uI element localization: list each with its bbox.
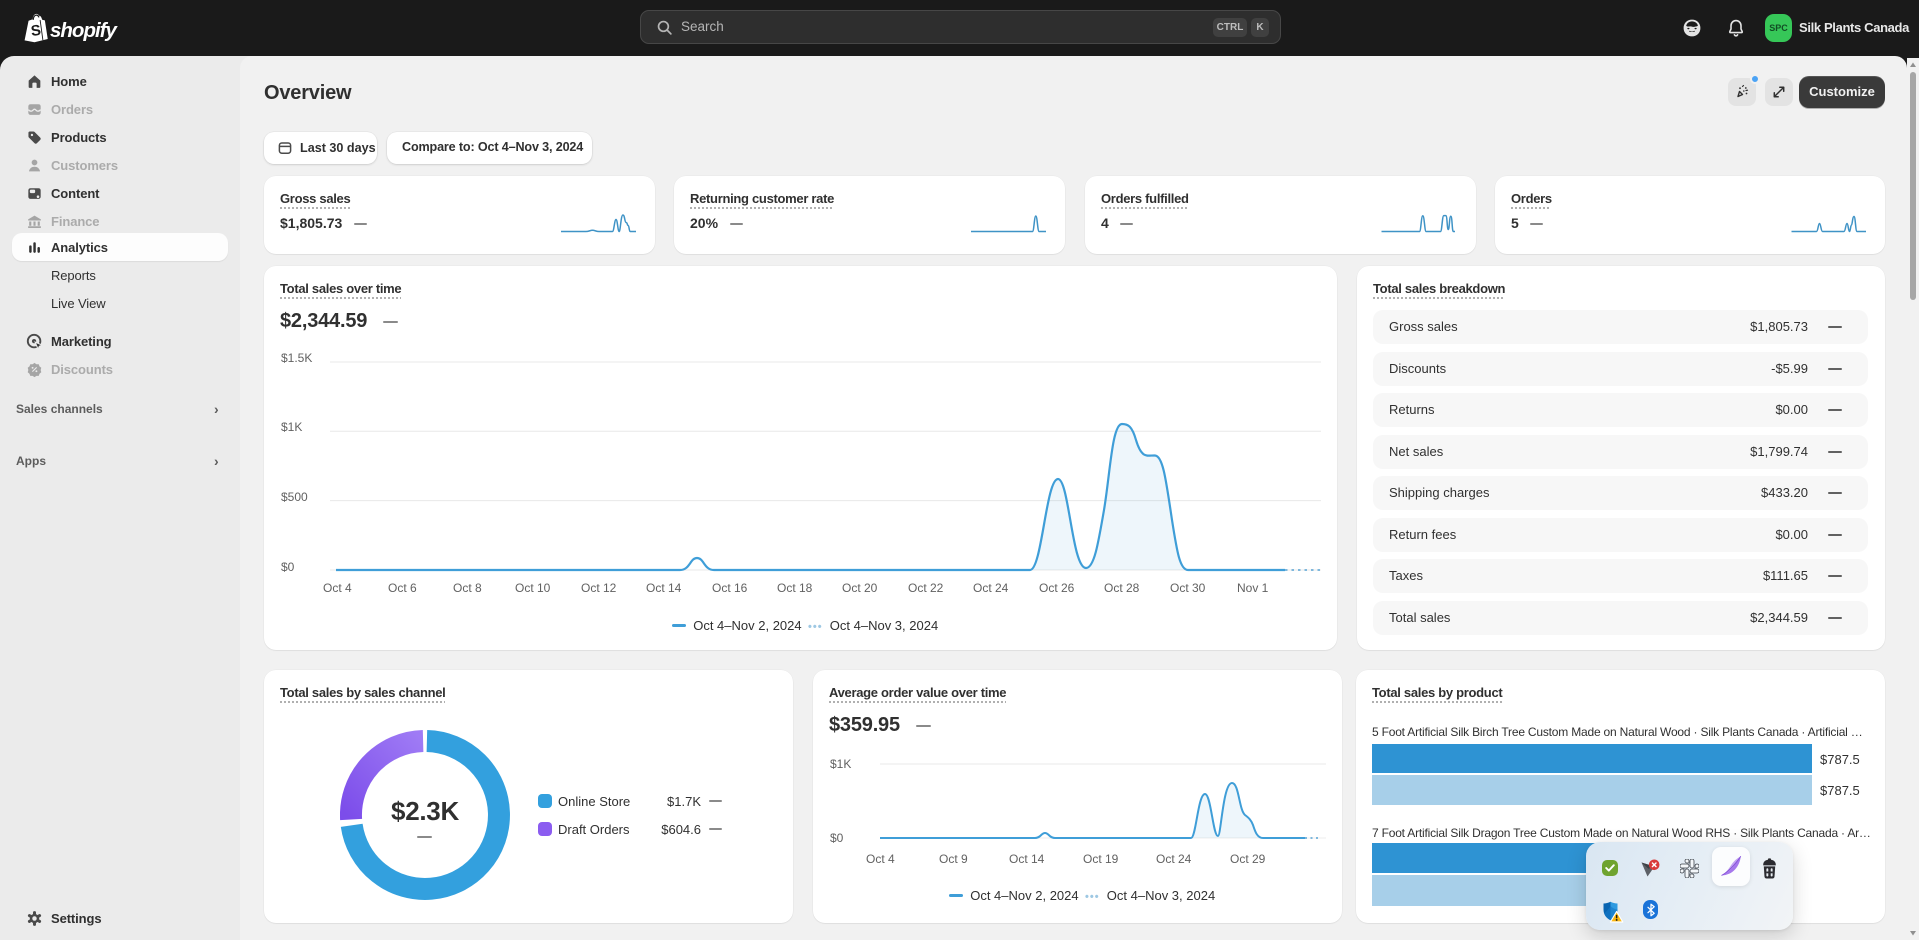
svg-text:S: S bbox=[30, 22, 42, 40]
svg-text:shopify: shopify bbox=[50, 19, 118, 42]
